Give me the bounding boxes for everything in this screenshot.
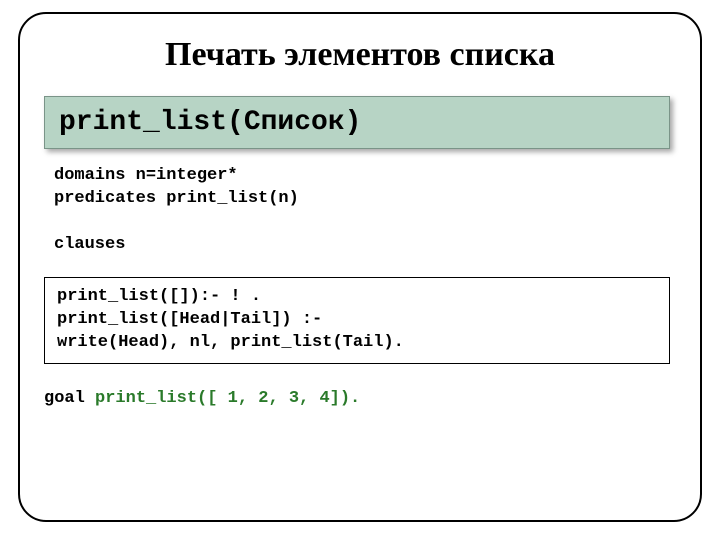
code-box: print_list([]):- ! . print_list([Head|Ta… xyxy=(44,277,670,364)
predicate-header-text: print_list(Список) xyxy=(59,107,361,138)
page-title: Печать элементов списка xyxy=(44,36,676,74)
goal-line: goal print_list([ 1, 2, 3, 4]). xyxy=(44,388,384,411)
declarations-block: domains n=integer* predicates print_list… xyxy=(54,165,676,257)
predicate-header-box: print_list(Список) xyxy=(44,96,670,149)
goal-call: print_list([ 1, 2, 3, 4]). xyxy=(95,389,360,408)
goal-keyword: goal xyxy=(44,389,95,408)
slide-frame: Печать элементов списка print_list(Списо… xyxy=(18,12,702,522)
code-text: print_list([]):- ! . print_list([Head|Ta… xyxy=(57,286,657,355)
